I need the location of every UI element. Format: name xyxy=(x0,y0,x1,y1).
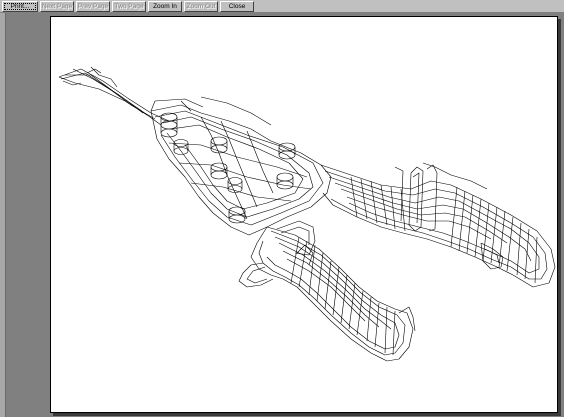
upper-handle xyxy=(320,162,556,288)
zoom-in-button[interactable]: Zoom In xyxy=(148,1,182,12)
prev-page-button[interactable]: Prev Page xyxy=(76,1,110,12)
preview-page[interactable] xyxy=(50,16,558,413)
pliers-wireframe-drawing xyxy=(58,66,556,362)
page-shadow-bottom xyxy=(53,413,561,416)
print-preview-toolbar: Print... Next Page Prev Page Two Page Zo… xyxy=(0,0,564,13)
jaw-tips xyxy=(58,66,170,126)
two-page-button[interactable]: Two Page xyxy=(112,1,146,12)
close-button[interactable]: Close xyxy=(220,1,254,12)
pivot-bolts xyxy=(160,112,296,224)
next-page-button[interactable]: Next Page xyxy=(40,1,74,12)
zoom-out-button[interactable]: Zoom Out xyxy=(184,1,218,12)
left-edge-strip xyxy=(0,13,6,417)
lower-handle xyxy=(238,220,416,362)
page-shadow-right xyxy=(558,19,561,416)
print-button[interactable]: Print... xyxy=(2,1,38,12)
